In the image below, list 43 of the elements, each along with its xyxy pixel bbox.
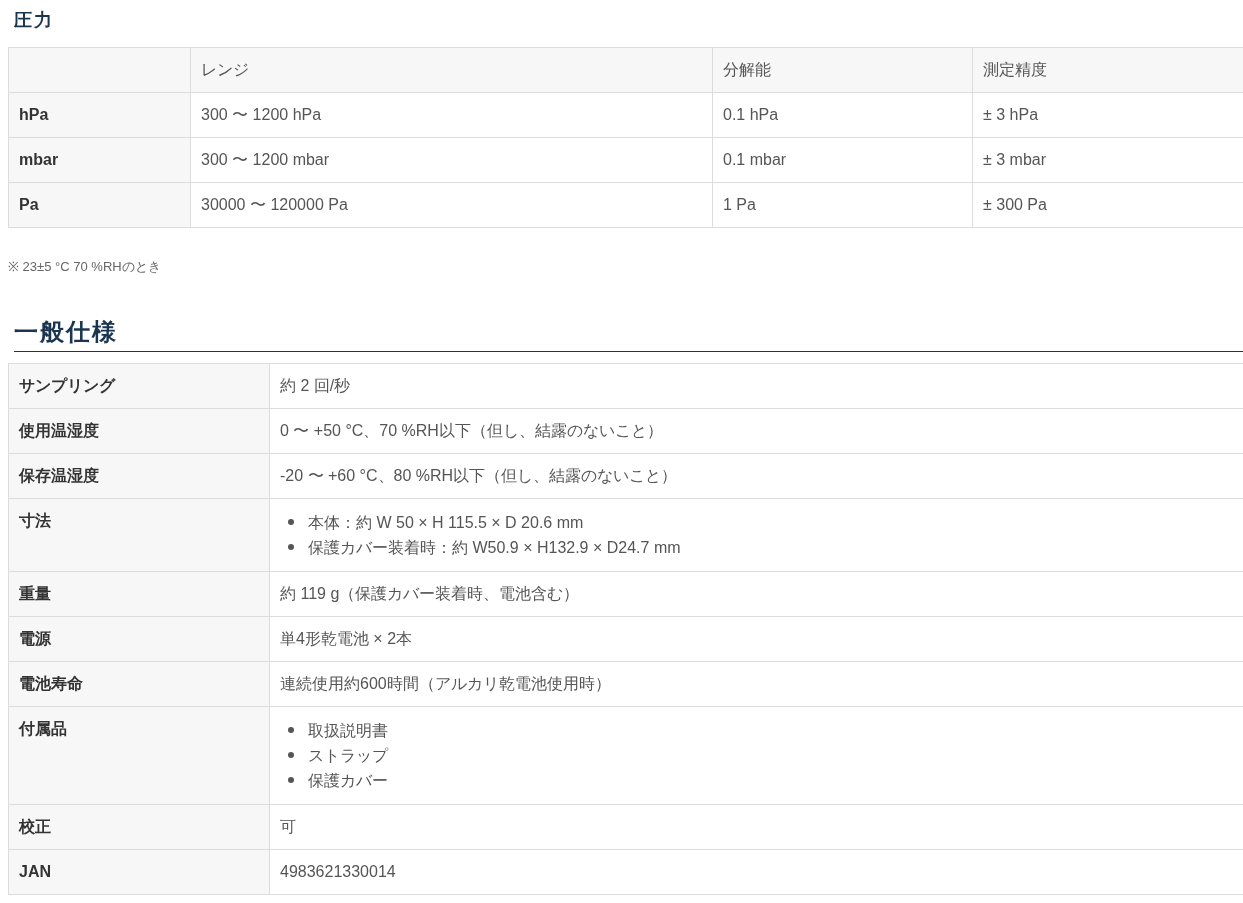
list-item: 保護カバー [308, 770, 388, 791]
table-cell: 30000 〜 120000 Pa [190, 182, 713, 228]
bullet-icon [288, 752, 294, 758]
row-header: 寸法 [8, 498, 270, 571]
column-header: 測定精度 [972, 47, 1243, 93]
bullet-icon [288, 727, 294, 733]
row-header: 電源 [8, 616, 270, 661]
spec-value: 4983621330014 [280, 862, 396, 880]
spec-value: 0 〜 +50 °C、70 %RH以下（但し、結露のないこと） [280, 421, 663, 439]
row-header: 校正 [8, 804, 270, 849]
spec-value: 単4形乾電池 × 2本 [280, 629, 413, 647]
section-title: 圧力 [13, 9, 55, 32]
table-cell: 300 〜 1200 mbar [190, 137, 713, 183]
spec-value: 連続使用約600時間（アルカリ乾電池使用時） [280, 674, 611, 692]
footnote: ※ 23±5 °C 70 %RHのとき [8, 258, 162, 276]
bullet-icon [288, 519, 294, 525]
list-item: 取扱説明書 [308, 720, 388, 741]
column-header: 分解能 [712, 47, 973, 93]
column-header: レンジ [190, 47, 713, 93]
table-cell: 0.1 hPa [712, 92, 973, 138]
spec-value: -20 〜 +60 °C、80 %RH以下（但し、結露のないこと） [280, 466, 678, 484]
section-title: 一般仕様 [14, 316, 1243, 352]
list-item: 保護カバー装着時：約 W50.9 × H132.9 × D24.7 mm [308, 537, 681, 558]
list-item: ストラップ [308, 745, 388, 766]
row-header: 電池寿命 [8, 661, 270, 706]
row-header: 付属品 [8, 706, 270, 804]
spec-value: 約 119 g（保護カバー装着時、電池含む） [280, 584, 580, 602]
row-header: 重量 [8, 571, 270, 616]
bullet-icon [288, 544, 294, 550]
row-header: 使用温湿度 [8, 408, 270, 453]
row-header: 保存温湿度 [8, 453, 270, 498]
row-header: JAN [8, 849, 270, 894]
spec-value: 約 2 回/秒 [280, 376, 351, 394]
table-cell: 1 Pa [712, 182, 973, 228]
row-header: hPa [8, 92, 191, 138]
row-header: Pa [8, 182, 191, 228]
list-item: 本体：約 W 50 × H 115.5 × D 20.6 mm [308, 512, 584, 533]
spec-value: 可 [280, 817, 296, 835]
row-header: mbar [8, 137, 191, 183]
bullet-icon [288, 777, 294, 783]
table-cell: 300 〜 1200 hPa [190, 92, 713, 138]
table-cell: 0.1 mbar [712, 137, 973, 183]
row-header: サンプリング [8, 363, 270, 408]
